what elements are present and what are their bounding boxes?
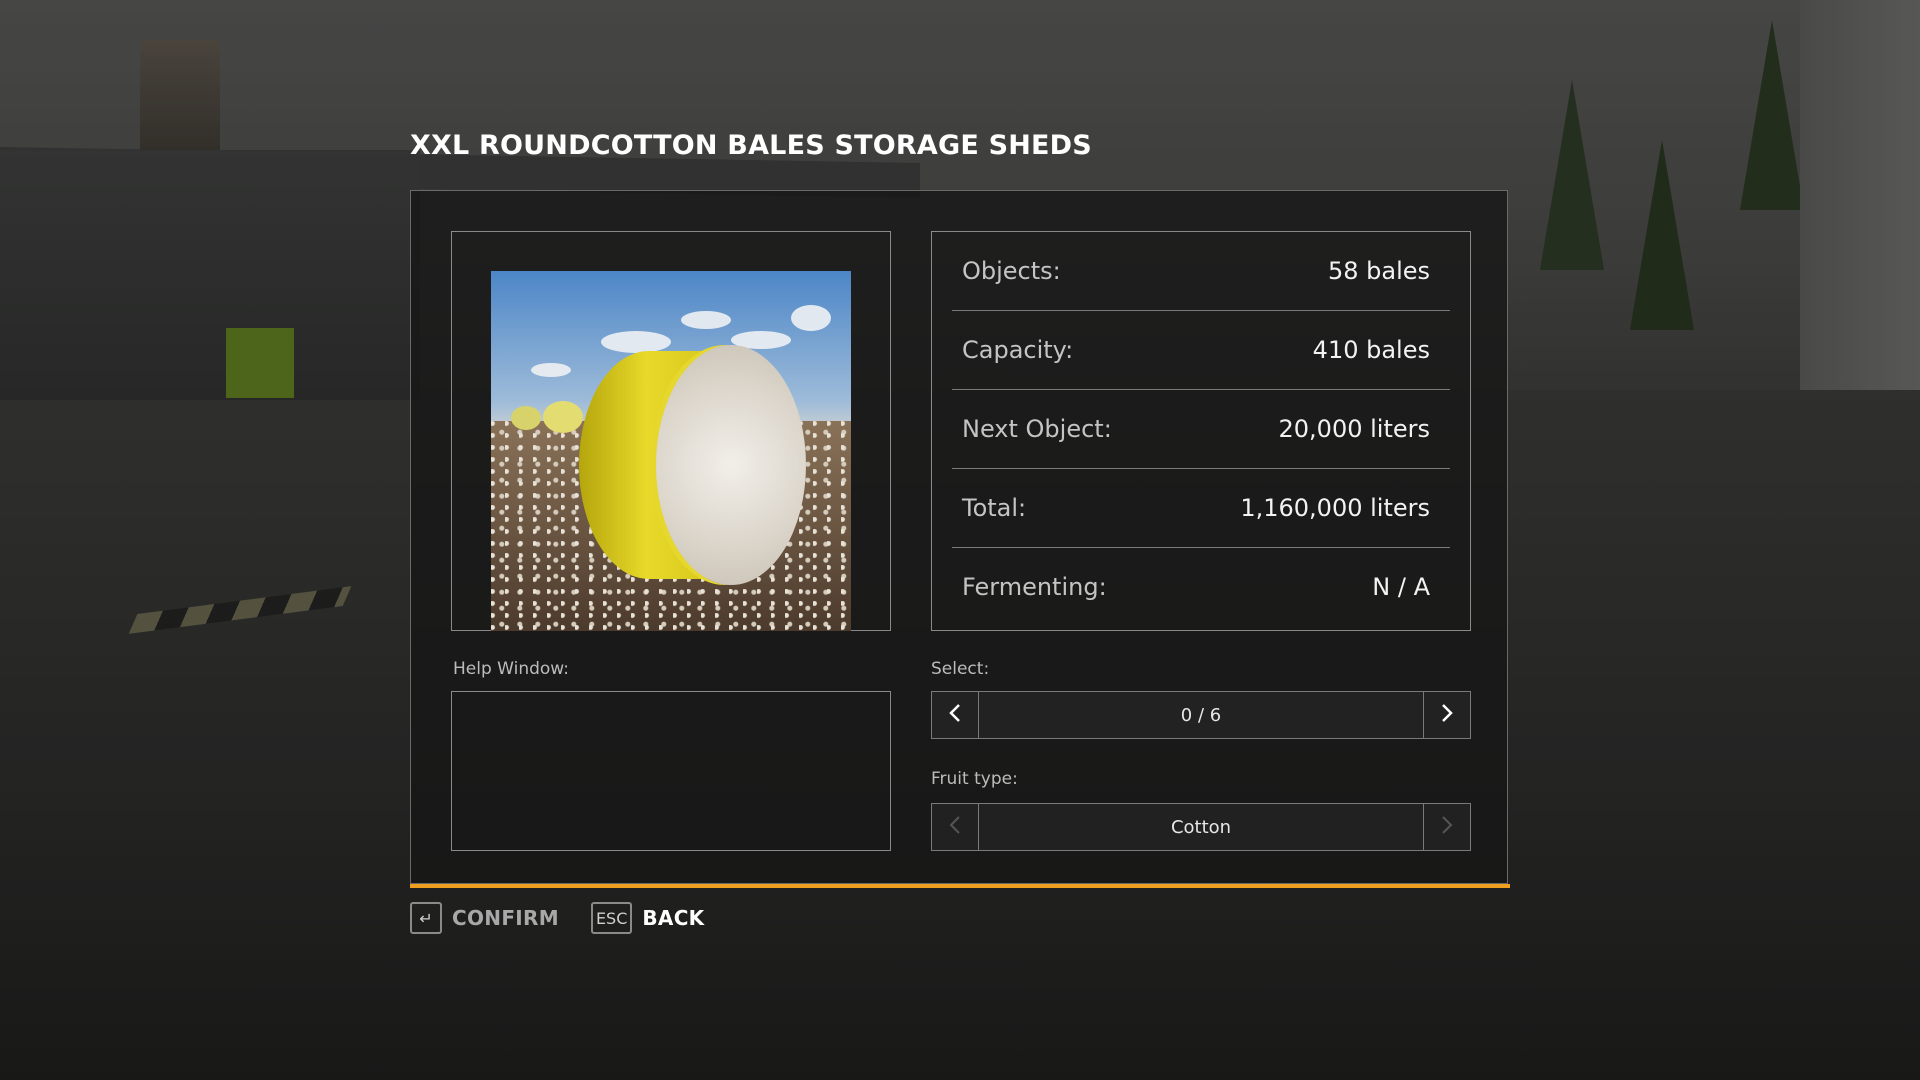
stat-value: 1,160,000 liters [1240,494,1430,522]
confirm-button[interactable]: ↵ CONFIRM [410,902,559,934]
fruit-type-label: Fruit type: [931,769,1018,789]
stat-label: Next Object: [962,415,1112,443]
fruit-type-value: Cotton [1170,816,1232,838]
stat-label: Fermenting: [962,573,1107,601]
help-window-label: Help Window: [453,659,569,679]
footer-buttons: ↵ CONFIRM ESC BACK [410,902,736,934]
stat-row-next-object: Next Object: 20,000 liters [952,390,1450,469]
chevron-left-icon [948,813,962,841]
stat-row-total: Total: 1,160,000 liters [952,469,1450,548]
chevron-left-icon [948,701,962,729]
esc-key-icon: ESC [590,902,633,934]
storage-dialog: Objects: 58 bales Capacity: 410 bales Ne… [410,190,1508,884]
chevron-right-icon [1440,701,1454,729]
select-stepper[interactable]: 0 / 6 [931,691,1471,739]
chevron-right-icon [1440,813,1454,841]
stat-value: N / A [1372,573,1430,601]
select-label: Select: [931,659,990,679]
stat-value: 410 bales [1312,336,1430,364]
stat-label: Objects: [962,257,1061,285]
stat-label: Total: [962,494,1027,522]
dialog-title: XXL ROUNDCOTTON BALES STORAGE SHEDS [410,130,1092,161]
stat-row-fermenting: Fermenting: N / A [952,548,1450,626]
stat-value: 20,000 liters [1278,415,1431,443]
fruit-type-stepper[interactable]: Cotton [931,803,1471,851]
help-window [451,691,891,851]
stat-row-objects: Objects: 58 bales [952,232,1450,311]
fruit-type-next-button[interactable] [1423,804,1470,850]
stats-panel: Objects: 58 bales Capacity: 410 bales Ne… [931,231,1471,631]
back-button[interactable]: ESC BACK [590,902,705,934]
back-label: BACK [642,906,705,930]
cotton-bale-image [491,271,851,631]
select-value: 0 / 6 [1180,704,1222,726]
stat-label: Capacity: [962,336,1074,364]
select-next-button[interactable] [1423,692,1470,738]
fruit-type-prev-button[interactable] [932,804,979,850]
select-prev-button[interactable] [932,692,979,738]
confirm-label: CONFIRM [452,906,559,930]
enter-key-icon: ↵ [410,902,442,934]
stat-value: 58 bales [1327,257,1430,285]
dialog-accent-bar [410,884,1510,888]
stat-row-capacity: Capacity: 410 bales [952,311,1450,390]
image-frame [451,231,891,631]
